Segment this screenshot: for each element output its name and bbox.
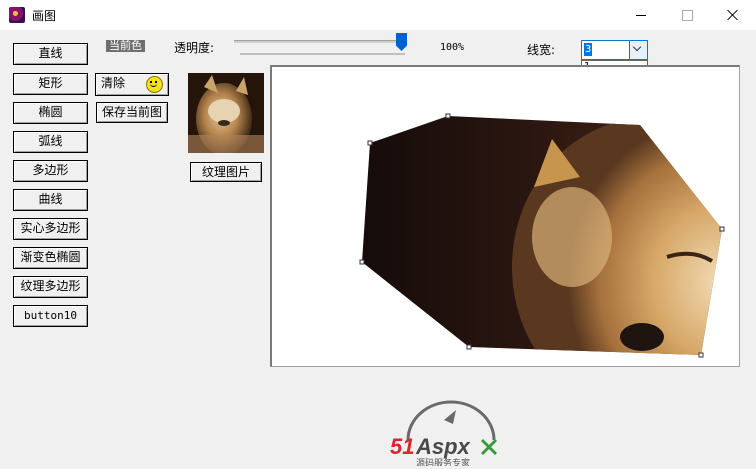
line-tool-button[interactable]: 直线 bbox=[13, 43, 88, 65]
line-width-label: 线宽: bbox=[527, 43, 556, 57]
brand-logo: 51 Aspx 源码服务专家 bbox=[386, 398, 516, 469]
line-width-selected-value: 3 bbox=[584, 43, 593, 56]
opacity-slider-track[interactable] bbox=[234, 40, 406, 43]
gradient-ellipse-tool-button[interactable]: 渐变色椭圆 bbox=[13, 247, 88, 269]
window-title: 画图 bbox=[32, 9, 57, 23]
opacity-label: 透明度: bbox=[174, 41, 215, 55]
rectangle-tool-button[interactable]: 矩形 bbox=[13, 73, 88, 95]
opacity-value: 100% bbox=[440, 42, 465, 53]
button10[interactable]: button10 bbox=[13, 305, 88, 327]
current-color-label[interactable]: 当前色 bbox=[106, 40, 145, 52]
chevron-down-icon[interactable] bbox=[629, 41, 647, 59]
polygon-tool-button[interactable]: 多边形 bbox=[13, 160, 88, 182]
svg-text:51: 51 bbox=[390, 434, 414, 459]
curve-tool-button[interactable]: 曲线 bbox=[13, 189, 88, 211]
opacity-slider-thumb[interactable] bbox=[396, 33, 407, 51]
drawing-canvas[interactable] bbox=[270, 65, 740, 367]
texture-image-button[interactable]: 纹理图片 bbox=[190, 162, 262, 182]
title-bar: 画图 bbox=[0, 0, 756, 30]
clear-button[interactable]: 清除 bbox=[95, 73, 169, 96]
minimize-button[interactable] bbox=[618, 0, 664, 30]
ellipse-tool-button[interactable]: 椭圆 bbox=[13, 102, 88, 124]
arc-tool-button[interactable]: 弧线 bbox=[13, 131, 88, 153]
clear-button-label: 清除 bbox=[101, 76, 126, 90]
opacity-slider-base bbox=[240, 53, 405, 55]
save-current-image-button[interactable]: 保存当前图 bbox=[96, 102, 168, 123]
svg-text:源码服务专家: 源码服务专家 bbox=[416, 457, 470, 466]
texture-filled-polygon bbox=[362, 116, 722, 355]
maximize-button[interactable] bbox=[664, 0, 710, 30]
logo-brand-text: Aspx bbox=[415, 434, 471, 459]
line-width-select[interactable]: 3 bbox=[581, 40, 648, 60]
filled-polygon-tool-button[interactable]: 实心多边形 bbox=[13, 218, 88, 240]
app-icon bbox=[9, 7, 25, 23]
texture-polygon-tool-button[interactable]: 纹理多边形 bbox=[13, 276, 88, 298]
smiley-icon bbox=[146, 76, 163, 93]
close-button[interactable] bbox=[710, 0, 756, 30]
texture-thumbnail bbox=[188, 73, 264, 153]
